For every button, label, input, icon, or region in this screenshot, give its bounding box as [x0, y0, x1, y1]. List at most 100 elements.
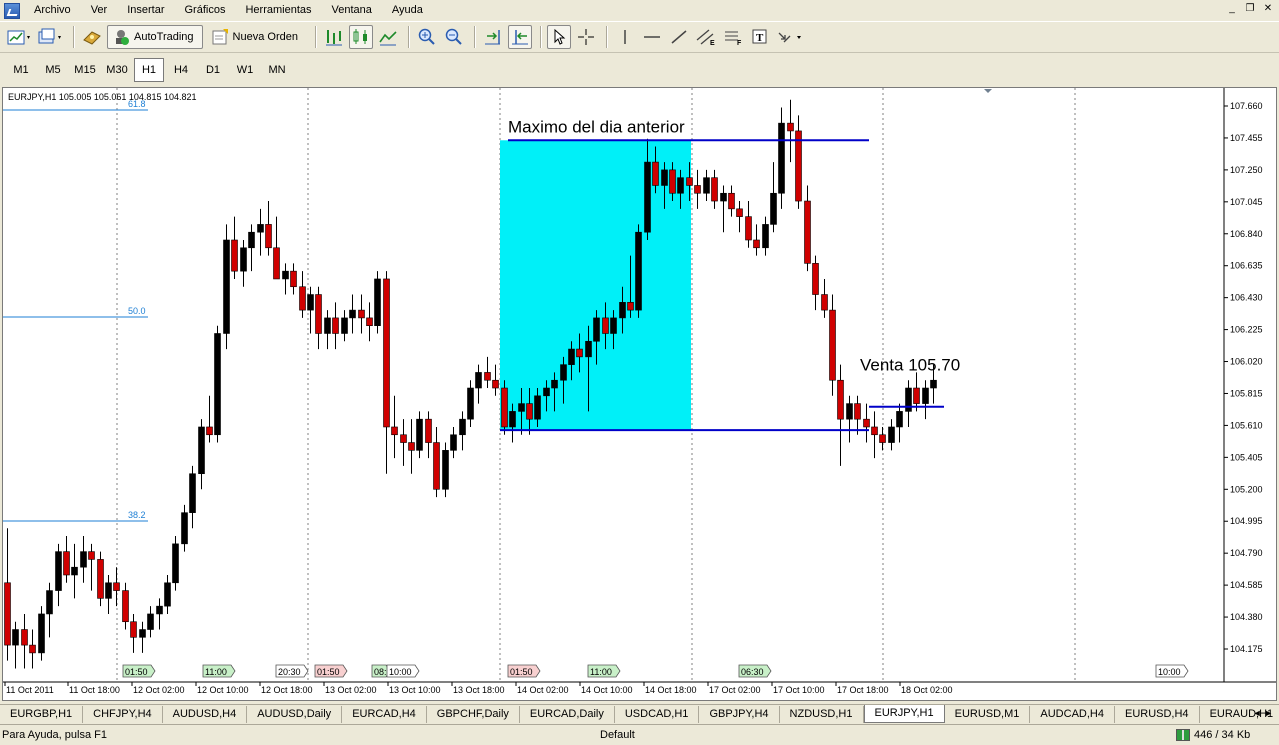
event-label: 01:50: [317, 667, 340, 677]
candle-body: [189, 473, 196, 513]
tab-usdcad-h1[interactable]: USDCAD,H1: [615, 706, 700, 723]
tab-eurjpy-h1[interactable]: EURJPY,H1: [863, 705, 945, 723]
crosshair-icon: [577, 29, 594, 45]
event-label: 11:00: [590, 667, 612, 677]
candle-body: [795, 130, 802, 202]
fibonacci-button[interactable]: F: [721, 25, 745, 49]
candle-body: [736, 208, 743, 217]
tab-eurgbp-h1[interactable]: EURGBP,H1: [0, 706, 84, 723]
zoom-in-button[interactable]: [415, 25, 439, 49]
vertical-line-icon: [624, 30, 626, 44]
candle-body: [391, 426, 398, 436]
new-chart-button[interactable]: [6, 25, 34, 49]
minimize-icon[interactable]: _: [1225, 3, 1239, 17]
svg-text:E: E: [710, 40, 715, 46]
price-tick-label: 106.840: [1230, 229, 1263, 239]
autoscroll-button[interactable]: [481, 25, 505, 49]
new-order-button[interactable]: Nueva Orden: [206, 25, 307, 49]
candle-body: [829, 309, 836, 381]
trendline-icon: [671, 30, 687, 44]
chart-window-icon[interactable]: [4, 2, 20, 19]
horizontal-line-button[interactable]: [640, 25, 664, 49]
tab-eurcad-daily[interactable]: EURCAD,Daily: [520, 706, 615, 723]
new-chart-icon: [7, 30, 30, 45]
event-label: 01:50: [510, 667, 533, 677]
menu-graficos[interactable]: Gráficos: [175, 0, 236, 21]
trendline-button[interactable]: [667, 25, 691, 49]
tab-eurcad-h4[interactable]: EURCAD,H4: [342, 706, 427, 723]
menu-ayuda[interactable]: Ayuda: [382, 0, 433, 21]
candle-body: [71, 566, 78, 576]
tab-audusd-daily[interactable]: AUDUSD,Daily: [247, 706, 343, 723]
menu-archivo[interactable]: Archivo: [24, 0, 81, 21]
candle-body: [560, 364, 567, 381]
timeframe-m15[interactable]: M15: [70, 58, 100, 82]
chart-shift-marker-icon: [984, 89, 992, 93]
candle-body: [753, 239, 760, 249]
timeframe-m5[interactable]: M5: [38, 58, 68, 82]
menu-ver[interactable]: Ver: [81, 0, 118, 21]
candle-body: [475, 372, 482, 389]
timeframe-m30[interactable]: M30: [102, 58, 132, 82]
main-toolbar: AutoTrading Nueva Orden E F T: [0, 21, 1279, 53]
crosshair-button[interactable]: [574, 25, 598, 49]
tab-chfjpy-h4[interactable]: CHFJPY,H4: [83, 706, 163, 723]
toolbar-separator: [407, 26, 410, 48]
zoom-out-button[interactable]: [442, 25, 466, 49]
bar-chart-button[interactable]: [322, 25, 346, 49]
tab-eurusd-m1[interactable]: EURUSD,M1: [945, 706, 1031, 723]
zoom-in-icon: [418, 28, 435, 45]
candlestick-chart-button[interactable]: [348, 25, 373, 49]
market-watch-button[interactable]: [80, 25, 104, 49]
timeframe-w1[interactable]: W1: [230, 58, 260, 82]
bar-chart-icon: [325, 30, 342, 46]
time-tick-label: 12 Oct 02:00: [133, 685, 185, 695]
tab-eurusd-h4[interactable]: EURUSD,H4: [1115, 706, 1200, 723]
menu-herramientas[interactable]: Herramientas: [235, 0, 321, 21]
timeframe-d1[interactable]: D1: [198, 58, 228, 82]
candle-body: [223, 239, 230, 334]
tab-gbpjpy-h4[interactable]: GBPJPY,H4: [699, 706, 780, 723]
cursor-button[interactable]: [546, 25, 571, 49]
close-icon[interactable]: ✕: [1261, 3, 1275, 17]
chart-window[interactable]: 61.8 50.0 38.2 Maximo del dia anterior Venta…: [2, 87, 1277, 701]
timeframe-h1[interactable]: H1: [134, 58, 164, 82]
profiles-button[interactable]: [37, 25, 65, 49]
tab-audcad-h4[interactable]: AUDCAD,H4: [1030, 706, 1115, 723]
tab-nzdusd-h1[interactable]: NZDUSD,H1: [780, 706, 864, 723]
tab-audusd-h4[interactable]: AUDUSD,H4: [163, 706, 248, 723]
autotrading-button[interactable]: AutoTrading: [107, 25, 203, 49]
timeframe-mn[interactable]: MN: [262, 58, 292, 82]
price-tick-label: 105.405: [1230, 452, 1263, 462]
timeframe-h4[interactable]: H4: [166, 58, 196, 82]
arrows-button[interactable]: [775, 25, 805, 49]
profiles-icon: [38, 28, 61, 44]
price-tick-label: 107.045: [1230, 197, 1263, 207]
candle-body: [55, 551, 62, 591]
time-tick-label: 12 Oct 18:00: [261, 685, 313, 695]
candle-body: [812, 263, 819, 295]
tab-gbpchf-daily[interactable]: GBPCHF,Daily: [427, 706, 520, 723]
menu-ventana[interactable]: Ventana: [322, 0, 382, 21]
restore-icon[interactable]: ❐: [1243, 3, 1257, 17]
candle-body: [913, 387, 920, 404]
price-chart[interactable]: 61.850.038.2Maximo del dia anteriorVenta…: [3, 88, 1276, 700]
menu-insertar[interactable]: Insertar: [117, 0, 174, 21]
price-tick-label: 106.430: [1230, 293, 1263, 303]
timeframe-m1[interactable]: M1: [6, 58, 36, 82]
tab-scroll-arrows-icon[interactable]: ◄ ►: [1253, 708, 1273, 718]
candle-body: [593, 317, 600, 342]
line-chart-button[interactable]: [376, 25, 400, 49]
equidistant-channel-button[interactable]: E: [694, 25, 718, 49]
window-controls: _ ❐ ✕: [1225, 3, 1275, 17]
vertical-line-button[interactable]: [613, 25, 637, 49]
time-tick-label: 14 Oct 10:00: [581, 685, 633, 695]
chart-shift-button[interactable]: [507, 25, 532, 49]
fib-level-label: 50.0: [128, 306, 146, 316]
time-tick-label: 13 Oct 02:00: [325, 685, 377, 695]
candle-body: [324, 317, 331, 334]
time-tick-label: 17 Oct 10:00: [773, 685, 825, 695]
candle-body: [854, 403, 861, 420]
event-label: 10:00: [389, 667, 412, 677]
text-tool-button[interactable]: T: [748, 25, 772, 49]
